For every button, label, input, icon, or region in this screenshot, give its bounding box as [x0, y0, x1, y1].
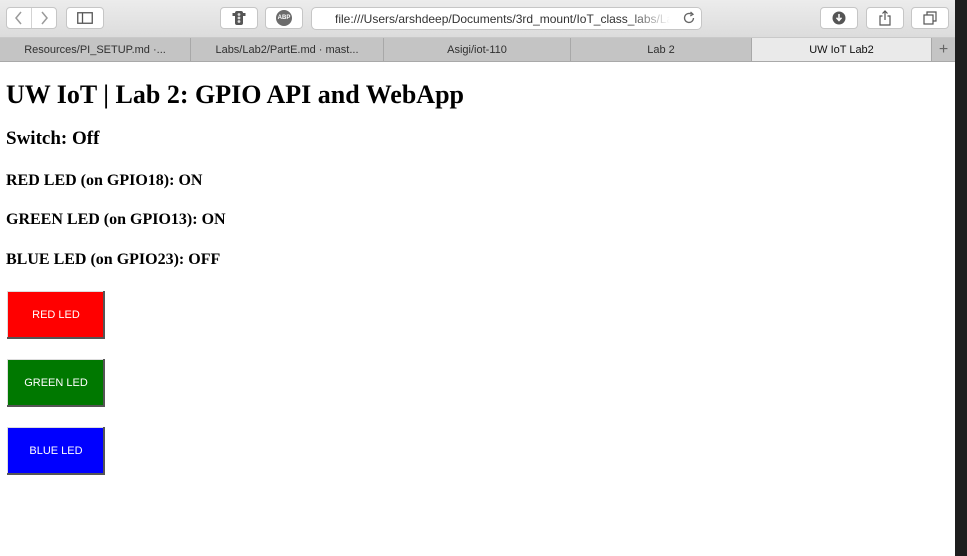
tab-label: Labs/Lab2/PartE.md · mast...	[215, 43, 359, 56]
page-title: UW IoT | Lab 2: GPIO API and WebApp	[6, 80, 464, 109]
tab-bar: Resources/PI_SETUP.md ·... Labs/Lab2/Par…	[0, 38, 955, 62]
green-led-button[interactable]: GREEN LED	[7, 359, 105, 407]
green-led-button-label: GREEN LED	[24, 377, 88, 389]
nav-button-group	[6, 7, 57, 29]
tab-label: Asigi/iot-110	[447, 43, 507, 56]
chevron-left-icon	[15, 11, 22, 25]
tab-resources[interactable]: Resources/PI_SETUP.md ·...	[0, 38, 191, 61]
traffic-light-icon	[232, 11, 246, 25]
back-button[interactable]	[7, 8, 32, 28]
tab-label: Resources/PI_SETUP.md ·...	[24, 43, 166, 56]
tab-asigi[interactable]: Asigi/iot-110	[384, 38, 571, 61]
abp-label: ABP	[277, 15, 291, 21]
chevron-right-icon	[41, 11, 48, 25]
new-tab-button[interactable]: +	[932, 38, 955, 61]
address-text: file:///Users/arshdeep/Documents/3rd_mou…	[335, 12, 670, 26]
tab-uw-iot-lab2[interactable]: UW IoT Lab2	[752, 38, 932, 61]
plus-icon: +	[938, 40, 949, 58]
green-led-status: GREEN LED (on GPIO13): ON	[6, 211, 226, 228]
switch-status: Switch: Off	[6, 128, 100, 149]
tab-label: UW IoT Lab2	[809, 43, 874, 56]
share-icon	[879, 10, 891, 26]
reload-icon[interactable]	[682, 11, 696, 25]
tabs-overview-icon	[923, 11, 937, 25]
address-fade	[630, 8, 670, 29]
downloads-button[interactable]	[820, 7, 858, 29]
window-edge	[955, 0, 967, 556]
adblock-button[interactable]: ABP	[265, 7, 303, 29]
reader-button[interactable]	[220, 7, 258, 29]
share-button[interactable]	[866, 7, 904, 29]
tab-labs-parte[interactable]: Labs/Lab2/PartE.md · mast...	[191, 38, 384, 61]
abp-icon: ABP	[276, 10, 292, 26]
blue-led-button[interactable]: BLUE LED	[7, 427, 105, 475]
blue-led-status: BLUE LED (on GPIO23): OFF	[6, 251, 221, 268]
red-led-button-label: RED LED	[32, 309, 80, 321]
blue-led-button-label: BLUE LED	[29, 445, 83, 457]
address-bar[interactable]: file:///Users/arshdeep/Documents/3rd_mou…	[311, 7, 702, 30]
browser-toolbar: ABP file:///Users/arshdeep/Documents/3rd…	[0, 0, 955, 38]
tab-lab2[interactable]: Lab 2	[571, 38, 752, 61]
tab-overview-button[interactable]	[911, 7, 949, 29]
sidebar-button[interactable]	[66, 7, 104, 29]
tab-label: Lab 2	[647, 43, 675, 56]
red-led-status: RED LED (on GPIO18): ON	[6, 172, 203, 189]
red-led-button[interactable]: RED LED	[7, 291, 105, 339]
download-icon	[832, 11, 846, 25]
forward-button[interactable]	[32, 8, 56, 28]
sidebar-icon	[77, 12, 93, 24]
